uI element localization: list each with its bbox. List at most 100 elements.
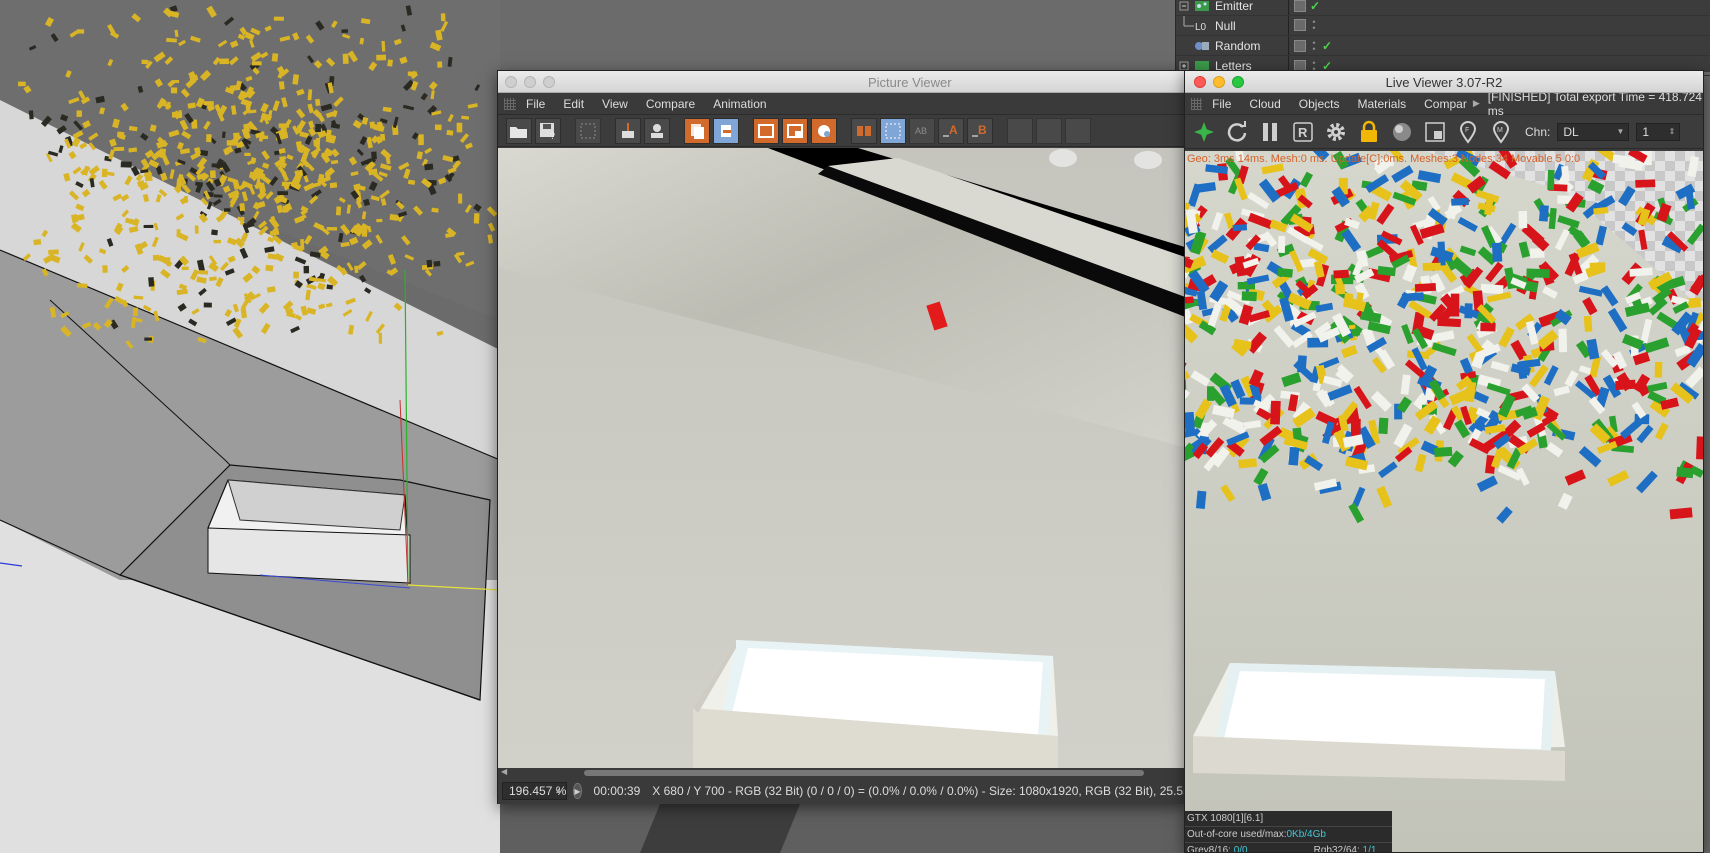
check-icon[interactable]: ✓ <box>1322 39 1332 53</box>
save-icon[interactable]: ? <box>535 117 561 144</box>
picture-viewer-image[interactable] <box>498 148 1188 768</box>
gold-particle <box>314 98 321 106</box>
gold-particle <box>28 110 34 120</box>
gpu-info: GTX 1080[1][6.1] <box>1185 811 1392 827</box>
open-folder-icon[interactable] <box>506 117 532 144</box>
channel-number-stepper[interactable]: 1 ⇕ <box>1636 122 1681 141</box>
layout-2-icon[interactable] <box>1036 117 1062 144</box>
refresh-icon[interactable] <box>1224 119 1250 145</box>
menu-file[interactable]: File <box>526 97 545 111</box>
copy-layers-icon[interactable] <box>684 117 710 144</box>
live-viewer-menubar: File Cloud Objects Materials Compar ▶ [F… <box>1185 90 1703 118</box>
object-name[interactable]: Emitter <box>1215 0 1295 13</box>
menu-view[interactable]: View <box>602 97 628 111</box>
gold-particle <box>282 205 289 213</box>
zoom-field[interactable]: 196.457 % ▲ <box>502 782 568 800</box>
gold-particle <box>48 249 59 255</box>
lock-icon[interactable] <box>1356 119 1382 145</box>
object-row-null[interactable]: L0 Null • • <box>1176 15 1710 36</box>
confetti-piece <box>1615 379 1636 391</box>
gold-particle <box>113 146 125 152</box>
material-pin-icon[interactable]: M <box>1488 119 1514 145</box>
confetti-piece <box>1583 315 1593 332</box>
visibility-dots-icon[interactable]: • • <box>1310 39 1318 54</box>
scroll-left-icon[interactable]: ◀ <box>501 767 507 776</box>
play-icon[interactable]: ▶ <box>573 783 582 799</box>
gold-particle <box>18 81 26 87</box>
gold-particle <box>219 58 229 65</box>
set-a-icon[interactable]: A <box>938 117 964 144</box>
confetti-piece <box>1547 169 1555 191</box>
stepper-icon[interactable]: ⇕ <box>1669 124 1676 140</box>
object-row-emitter[interactable]: Emitter ✓ <box>1176 0 1710 16</box>
confetti-piece <box>1401 292 1425 302</box>
menu-materials[interactable]: Materials <box>1357 97 1406 111</box>
export-icon[interactable] <box>644 117 670 144</box>
menu-compare[interactable]: Compar <box>1424 97 1467 111</box>
grip-icon[interactable] <box>504 97 516 110</box>
menu-objects[interactable]: Objects <box>1299 97 1340 111</box>
gold-particle <box>378 332 383 344</box>
import-icon[interactable] <box>615 117 641 144</box>
menu-file[interactable]: File <box>1212 97 1231 111</box>
material-ball-icon[interactable] <box>1389 119 1415 145</box>
layout-1-icon[interactable] <box>1007 117 1033 144</box>
menu-animation[interactable]: Animation <box>713 97 766 111</box>
live-viewer-titlebar[interactable]: Live Viewer 3.07-R2 <box>1185 71 1703 93</box>
scrollbar-thumb[interactable] <box>584 770 1144 776</box>
gold-particle <box>376 54 387 61</box>
object-row-random[interactable]: Random • • ✓ <box>1176 36 1710 56</box>
gold-particle <box>184 195 188 203</box>
focus-pin-icon[interactable]: F <box>1455 119 1481 145</box>
picture-viewer-window[interactable]: Picture Viewer File Edit View Compare An… <box>497 70 1188 804</box>
picture-viewer-titlebar[interactable]: Picture Viewer <box>498 71 1186 93</box>
gold-particle <box>76 110 82 117</box>
object-name[interactable]: Null <box>1215 19 1295 33</box>
set-b-icon[interactable]: B <box>967 117 993 144</box>
grip-icon[interactable] <box>1191 97 1203 110</box>
render-r-icon[interactable]: R <box>1290 119 1316 145</box>
ab-compare-icon[interactable] <box>880 117 906 144</box>
gold-particle <box>132 307 139 316</box>
layout-3-icon[interactable] <box>1065 117 1091 144</box>
grid-icon[interactable] <box>575 117 601 144</box>
paste-layers-icon[interactable] <box>713 117 739 144</box>
confetti-piece <box>1378 417 1389 435</box>
visibility-dots-icon[interactable]: • • <box>1310 18 1318 33</box>
object-name[interactable]: Random <box>1215 39 1295 53</box>
menu-edit[interactable]: Edit <box>563 97 584 111</box>
channel-label: Chn: <box>1525 124 1551 139</box>
pause-icon[interactable] <box>1257 119 1283 145</box>
gold-particle <box>389 213 398 221</box>
confetti-piece <box>1270 400 1281 425</box>
horizontal-scrollbar[interactable]: ◀ <box>498 767 1188 778</box>
expand-icon[interactable] <box>1176 0 1194 16</box>
gold-particle <box>176 229 181 238</box>
svg-text:R: R <box>1298 125 1308 140</box>
region-render-icon[interactable] <box>753 117 779 144</box>
check-icon[interactable]: ✓ <box>1310 0 1320 13</box>
picture-viewer-menubar: File Edit View Compare Animation <box>498 93 1186 115</box>
gold-particle <box>76 283 88 289</box>
menu-cloud[interactable]: Cloud <box>1249 97 1280 111</box>
send-scene-icon[interactable] <box>1191 119 1217 145</box>
stepper-icon[interactable]: ▲ <box>554 783 562 799</box>
menu-compare[interactable]: Compare <box>646 97 695 111</box>
gold-particle <box>326 284 333 290</box>
menu-overflow-icon[interactable]: ▶ <box>1473 98 1480 109</box>
ab-swap-icon[interactable] <box>851 117 877 144</box>
object-manager[interactable]: Emitter ✓ L0 Null • • Random • • ✓ Letters … <box>1175 0 1710 76</box>
svg-text:L0: L0 <box>1195 22 1207 33</box>
region-icon[interactable] <box>1422 119 1448 145</box>
render-region-icon[interactable] <box>782 117 808 144</box>
channel-select[interactable]: DL ▼ <box>1557 122 1630 141</box>
confetti-render <box>1185 151 1703 852</box>
tag-icon[interactable] <box>1294 19 1306 31</box>
ab-diff-icon[interactable]: AB <box>909 117 935 144</box>
live-viewer-window[interactable]: Live Viewer 3.07-R2 File Cloud Objects M… <box>1184 70 1704 853</box>
tag-icon[interactable] <box>1294 0 1306 12</box>
live-viewer-render[interactable] <box>1185 151 1703 852</box>
render-settings-icon[interactable] <box>811 117 837 144</box>
settings-gear-icon[interactable] <box>1323 119 1349 145</box>
tag-icon[interactable] <box>1294 40 1306 52</box>
